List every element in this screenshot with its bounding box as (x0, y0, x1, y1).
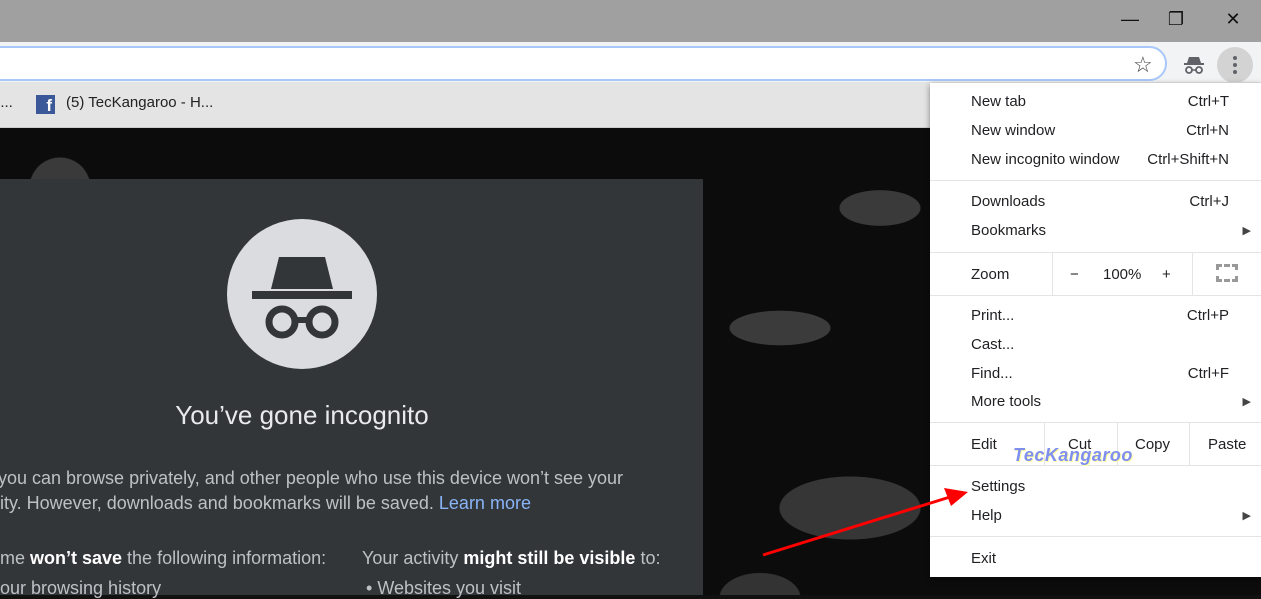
divider (1192, 253, 1193, 295)
paste-button[interactable]: Paste (1208, 436, 1246, 453)
incognito-logo-icon (227, 219, 377, 369)
submenu-arrow-icon: ▶ (1242, 225, 1251, 237)
menu-new-window[interactable]: New window (971, 122, 1055, 139)
menu-find[interactable]: Find... (971, 365, 1013, 382)
chrome-menu-button[interactable] (1217, 47, 1253, 83)
bookmark-item[interactable]: (5) TecKangaroo - H... (66, 94, 213, 111)
title-bar (0, 0, 1261, 42)
submenu-arrow-icon: ▶ (1242, 510, 1251, 522)
menu-settings[interactable]: Settings (971, 478, 1025, 495)
bookmark-item[interactable]: o... (0, 94, 13, 111)
divider (930, 252, 1261, 253)
menu-print[interactable]: Print... (971, 307, 1014, 324)
zoom-in-button[interactable]: + (1162, 266, 1171, 283)
divider (1189, 423, 1190, 465)
menu-downloads[interactable]: Downloads (971, 193, 1045, 210)
shortcut: Ctrl+P (1186, 307, 1229, 324)
menu-bookmarks[interactable]: Bookmarks (971, 222, 1046, 239)
shortcut: Ctrl+N (1186, 122, 1229, 139)
divider (930, 180, 1261, 181)
shortcut: Ctrl+F (1187, 365, 1229, 382)
menu-help[interactable]: Help (971, 507, 1002, 524)
shortcut: Ctrl+T (1187, 93, 1229, 110)
wont-save-item: our browsing history (0, 578, 162, 598)
address-bar[interactable] (0, 46, 1167, 81)
divider (930, 295, 1261, 296)
fullscreen-icon[interactable] (1216, 264, 1238, 282)
divider (930, 422, 1261, 423)
incognito-icon (1183, 55, 1205, 75)
visible-item: • Websites you visit (366, 578, 522, 598)
menu-zoom-label: Zoom (971, 266, 1010, 283)
divider (930, 536, 1261, 537)
might-be-visible-heading: Your activity might still be visible to: (362, 548, 661, 568)
menu-cast[interactable]: Cast... (971, 336, 1014, 353)
incognito-description-line: ity. However, downloads and bookmarks wi… (0, 493, 531, 513)
menu-more-tools[interactable]: More tools (971, 393, 1041, 410)
incognito-title: You’ve gone incognito (175, 400, 429, 430)
shortcut: Ctrl+J (1189, 193, 1229, 210)
menu-new-incognito-window[interactable]: New incognito window (971, 151, 1119, 168)
close-window-button[interactable]: ✕ (1210, 0, 1256, 38)
menu-new-tab[interactable]: New tab (971, 93, 1026, 110)
bookmark-star-icon[interactable]: ☆ (1133, 52, 1153, 78)
restore-button[interactable]: ❐ (1153, 0, 1199, 38)
zoom-level: 100% (1103, 266, 1142, 283)
menu-exit[interactable]: Exit (971, 550, 996, 567)
submenu-arrow-icon: ▶ (1242, 396, 1251, 408)
zoom-out-button[interactable]: − (1070, 266, 1079, 283)
minimize-button[interactable]: — (1107, 0, 1153, 38)
menu-edit-label: Edit (971, 436, 997, 453)
watermark-logo: TecKangaroo (1013, 445, 1133, 465)
shortcut: Ctrl+Shift+N (1147, 151, 1229, 168)
incognito-description-line: you can browse privately, and other peop… (0, 468, 624, 488)
facebook-icon: f (36, 95, 55, 114)
chrome-menu: New tab Ctrl+T New window Ctrl+N New incog… (930, 83, 1261, 577)
divider (1052, 253, 1053, 295)
learn-more-link[interactable]: Learn more (439, 493, 531, 513)
wont-save-heading: me won’t save the following information: (0, 548, 327, 568)
copy-button[interactable]: Copy (1135, 436, 1170, 453)
